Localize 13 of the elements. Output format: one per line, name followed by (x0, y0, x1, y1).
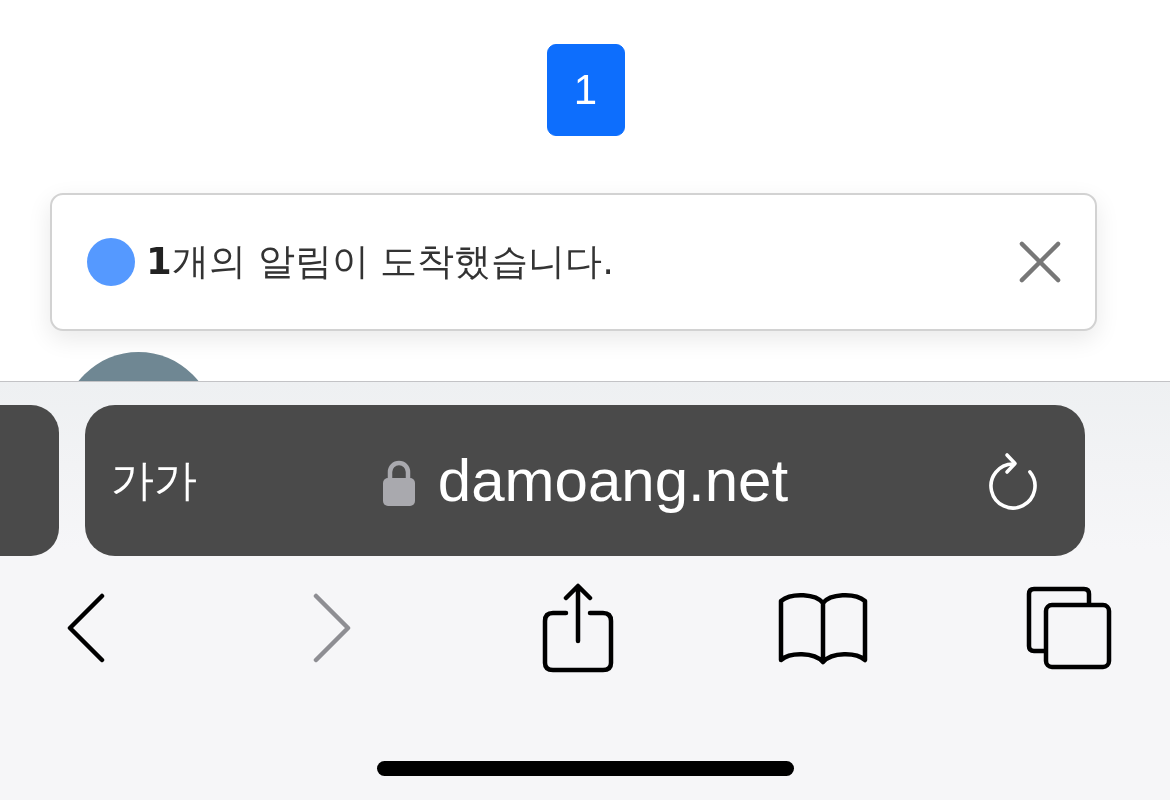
close-icon (1019, 241, 1061, 283)
back-chevron-icon (66, 593, 106, 663)
previous-tab-bar[interactable] (0, 405, 59, 556)
address-bar[interactable]: 가가 damoang.net (85, 405, 1085, 556)
url-text: damoang.net (437, 446, 789, 515)
status-dot-icon (87, 238, 135, 286)
notification-text: 1개의 알림이 도착했습니다. (146, 239, 616, 285)
forward-chevron-icon (311, 593, 352, 663)
text-size-button[interactable]: 가가 (107, 447, 201, 514)
share-icon (541, 583, 614, 673)
page-button[interactable]: 1 (546, 44, 625, 136)
tabs-icon (1026, 586, 1112, 670)
open-book-icon (778, 591, 869, 665)
